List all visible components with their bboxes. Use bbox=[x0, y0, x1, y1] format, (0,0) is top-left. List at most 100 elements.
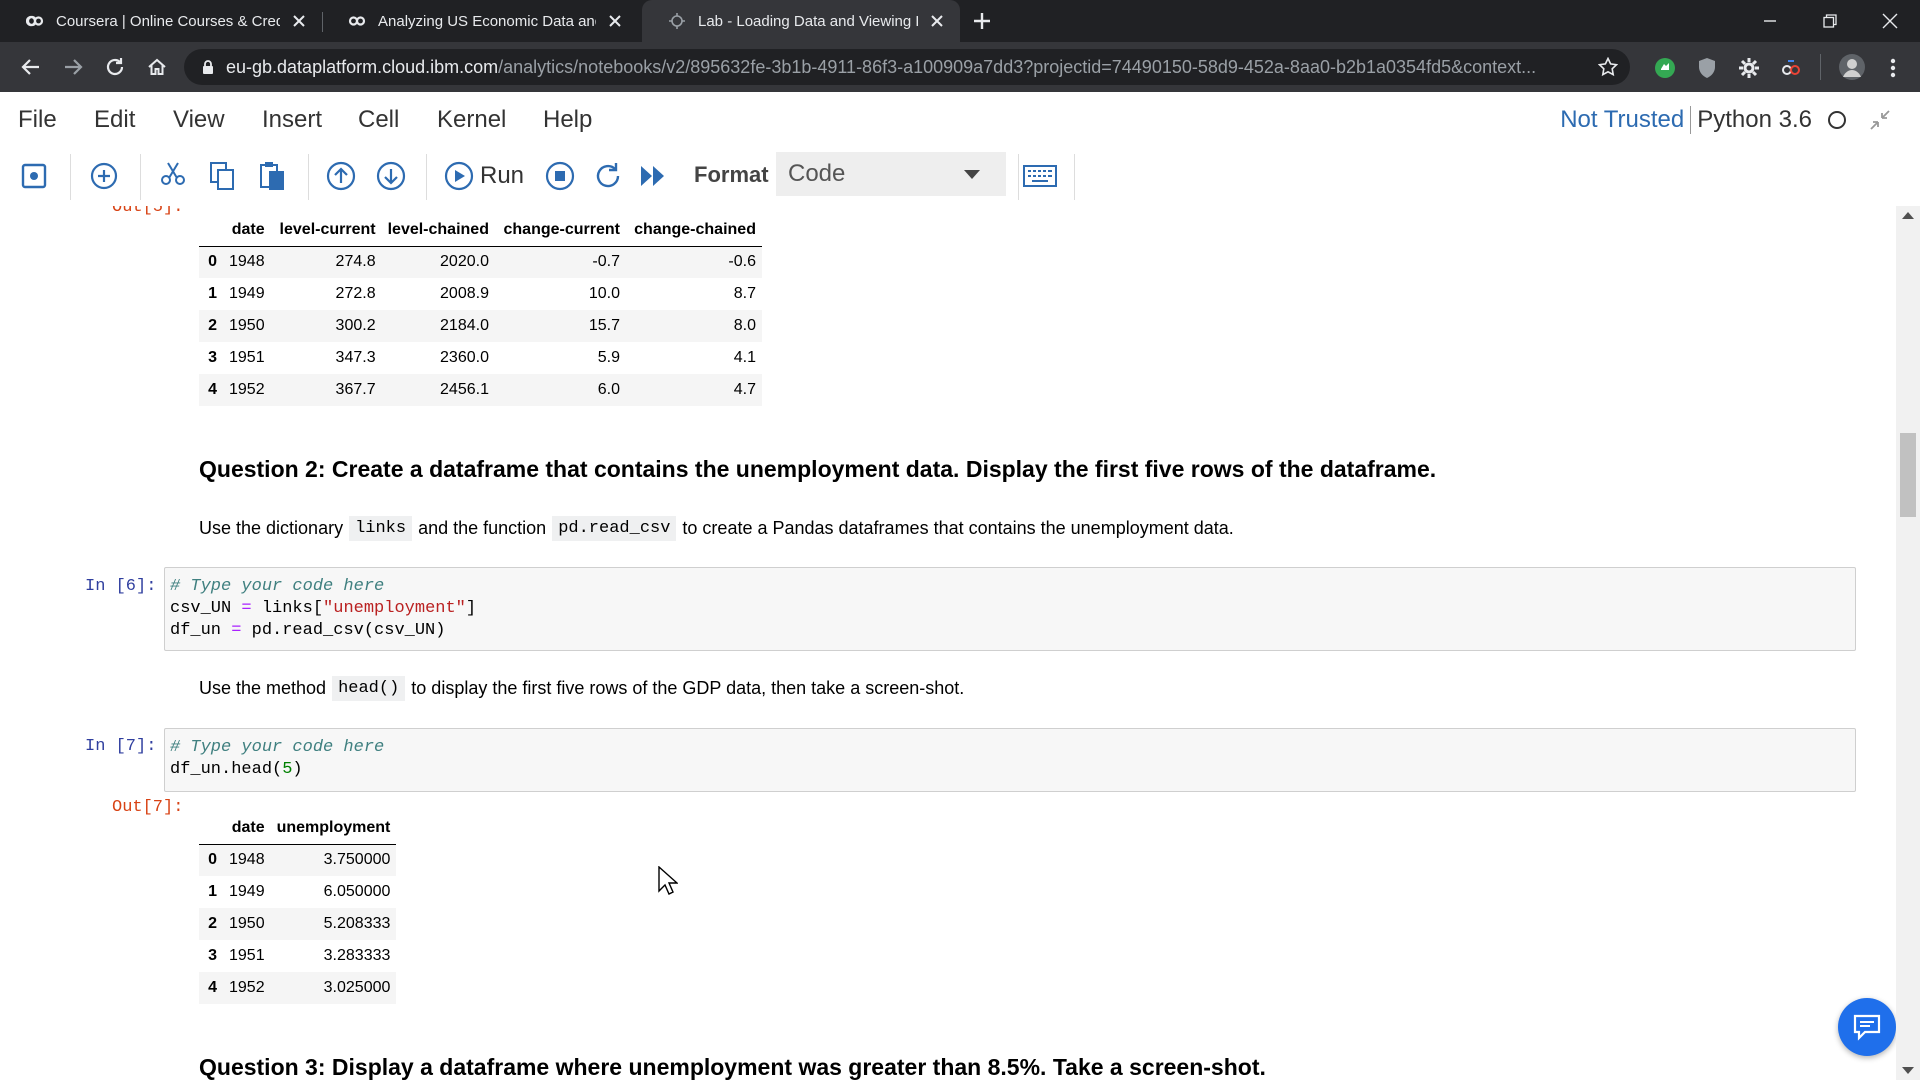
not-trusted-indicator[interactable]: Not Trusted bbox=[1560, 106, 1684, 134]
column-header: level-chained bbox=[381, 214, 495, 247]
code-line: # Type your code here bbox=[170, 737, 1850, 759]
tab-close-icon[interactable] bbox=[606, 12, 624, 30]
extension-green-icon[interactable] bbox=[1654, 57, 1676, 79]
kernel-name[interactable]: Python 3.6 bbox=[1697, 106, 1812, 134]
table-cell: 1951 bbox=[229, 349, 265, 366]
cut-cell-button[interactable] bbox=[156, 156, 190, 196]
table-cell: 347.3 bbox=[335, 349, 376, 366]
tab-close-icon[interactable] bbox=[290, 12, 308, 30]
instruction-text: to display the first five rows of the GD… bbox=[411, 678, 965, 698]
toolbar-divider bbox=[426, 154, 427, 200]
table-row: 4 1952 367.7 2456.1 6.0 4.7 bbox=[199, 374, 762, 406]
tab-title: Coursera | Online Courses & Creden bbox=[56, 12, 280, 30]
arrow-up-circle-icon bbox=[326, 161, 356, 191]
tab-lab-loading-data[interactable]: Lab - Loading Data and Viewing Dat bbox=[642, 0, 960, 42]
back-button[interactable] bbox=[16, 52, 46, 82]
scroll-up-arrow-icon[interactable] bbox=[1902, 212, 1914, 219]
play-circle-icon bbox=[444, 161, 474, 191]
kernel-status: Not Trusted Python 3.6 bbox=[1560, 106, 1846, 134]
column-header bbox=[199, 214, 223, 247]
menu-help[interactable]: Help bbox=[543, 106, 592, 134]
extension-infinity-icon[interactable] bbox=[1780, 57, 1802, 79]
home-button[interactable] bbox=[142, 52, 172, 82]
command-palette-button[interactable] bbox=[1020, 156, 1060, 196]
table-cell: 15.7 bbox=[588, 317, 620, 334]
code-line: df_un.head(5) bbox=[170, 759, 1850, 781]
table-row: 1 1949 272.8 2008.9 10.0 8.7 bbox=[199, 278, 762, 310]
table-cell: 6.050000 bbox=[323, 883, 391, 900]
insert-cell-button[interactable] bbox=[88, 156, 120, 196]
scissors-icon bbox=[161, 162, 185, 185]
toolbar-divider bbox=[70, 154, 71, 200]
instruction-text: and the function bbox=[418, 518, 547, 538]
extension-gear-icon[interactable] bbox=[1738, 57, 1760, 79]
reload-button[interactable] bbox=[100, 52, 130, 82]
reload-icon bbox=[106, 58, 124, 76]
browser-address-bar: eu-gb.dataplatform.cloud.ibm.com/analyti… bbox=[0, 42, 1920, 92]
menu-kernel[interactable]: Kernel bbox=[437, 106, 506, 134]
row-index: 1 bbox=[208, 285, 217, 302]
scrollbar-thumb[interactable] bbox=[1900, 433, 1916, 517]
menu-cell[interactable]: Cell bbox=[358, 106, 399, 134]
tab-close-icon[interactable] bbox=[928, 12, 946, 30]
input-prompt: In [6]: bbox=[85, 577, 157, 596]
code-cell-7[interactable]: # Type your code here df_un.head(5) bbox=[164, 728, 1856, 792]
code-comment: # Type your code here bbox=[170, 577, 385, 596]
url-field[interactable]: eu-gb.dataplatform.cloud.ibm.com/analyti… bbox=[184, 49, 1630, 85]
tab-analyzing-us-economic[interactable]: Analyzing US Economic Data and Bu bbox=[322, 0, 638, 42]
table-cell: 2360.0 bbox=[440, 349, 489, 366]
table-cell: -0.6 bbox=[728, 253, 756, 271]
code-line: # Type your code here bbox=[170, 576, 1850, 598]
restore-button[interactable] bbox=[1806, 0, 1854, 42]
interrupt-kernel-button[interactable] bbox=[544, 156, 576, 196]
copy-cell-button[interactable] bbox=[206, 156, 238, 196]
toolbar-divider bbox=[1018, 154, 1019, 200]
browser-tab-bar: Coursera | Online Courses & Creden Analy… bbox=[0, 0, 1920, 42]
profile-avatar[interactable] bbox=[1838, 53, 1866, 81]
table-cell: 3.750000 bbox=[323, 851, 391, 869]
code-line: df_un = pd.read_csv(csv_UN) bbox=[170, 620, 1850, 642]
mouse-cursor-icon bbox=[658, 866, 678, 895]
bookmark-star-icon[interactable] bbox=[1598, 57, 1618, 77]
menu-edit[interactable]: Edit bbox=[94, 106, 135, 134]
forward-button[interactable] bbox=[58, 52, 88, 82]
table-cell: 272.8 bbox=[335, 285, 376, 302]
code-cell-6[interactable]: # Type your code here csv_UN = links["un… bbox=[164, 567, 1856, 651]
tab-coursera[interactable]: Coursera | Online Courses & Creden bbox=[0, 0, 322, 42]
row-index: 3 bbox=[208, 947, 217, 964]
column-header: date bbox=[223, 214, 271, 247]
code-token: "unemployment" bbox=[323, 599, 466, 618]
table-row: 0 1948 274.8 2020.0 -0.7 -0.6 bbox=[199, 246, 762, 278]
notebook-container: Out[5]: date level-current level-chained… bbox=[0, 206, 1920, 1080]
restart-kernel-button[interactable] bbox=[592, 156, 624, 196]
move-cell-down-button[interactable] bbox=[374, 156, 408, 196]
scroll-down-arrow-icon[interactable] bbox=[1902, 1067, 1914, 1074]
minimize-button[interactable] bbox=[1746, 0, 1794, 42]
chat-icon bbox=[1853, 1014, 1881, 1041]
notebook-scrollbar[interactable] bbox=[1896, 206, 1920, 1080]
table-cell: 2008.9 bbox=[440, 285, 489, 302]
close-window-button[interactable] bbox=[1866, 0, 1914, 42]
table-row: 0 1948 3.750000 bbox=[199, 844, 397, 876]
cell-type-dropdown[interactable]: Code bbox=[776, 152, 1006, 196]
chat-support-button[interactable] bbox=[1838, 998, 1896, 1056]
collapse-header-icon[interactable] bbox=[1868, 108, 1892, 132]
menu-insert[interactable]: Insert bbox=[262, 106, 322, 134]
arrow-left-icon bbox=[21, 59, 39, 75]
paste-cell-button[interactable] bbox=[256, 156, 288, 196]
row-index: 0 bbox=[208, 253, 217, 271]
table-cell: 5.9 bbox=[597, 349, 620, 366]
menu-file[interactable]: File bbox=[18, 106, 57, 134]
extension-shield-icon[interactable] bbox=[1696, 57, 1718, 79]
move-cell-up-button[interactable] bbox=[324, 156, 358, 196]
new-tab-button[interactable] bbox=[968, 9, 996, 33]
input-prompt: In [7]: bbox=[85, 737, 157, 756]
save-button[interactable] bbox=[18, 156, 50, 196]
inline-code: links bbox=[349, 516, 413, 541]
table-cell: 2456.1 bbox=[440, 381, 489, 398]
menu-view[interactable]: View bbox=[173, 106, 225, 134]
run-button[interactable]: Run bbox=[444, 156, 530, 196]
row-index: 2 bbox=[208, 317, 217, 334]
browser-menu-icon[interactable] bbox=[1882, 57, 1904, 79]
restart-run-all-button[interactable] bbox=[638, 156, 668, 196]
